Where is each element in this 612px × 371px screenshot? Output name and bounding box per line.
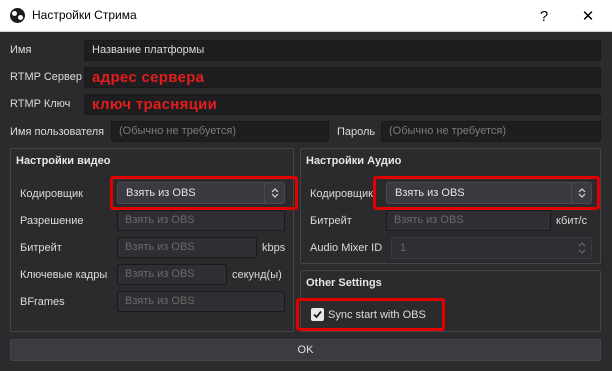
rtmp-key-field[interactable]: ключ трасняции	[84, 94, 601, 115]
help-button[interactable]: ?	[522, 0, 566, 32]
bframes-field[interactable]: Взять из OBS	[117, 291, 285, 312]
resolution-label: Разрешение	[20, 215, 84, 227]
rtmp-server-field[interactable]: адрес сервера	[84, 67, 601, 88]
audio-bitrate-label: Битрейт	[310, 215, 352, 227]
ok-button[interactable]: OK	[10, 339, 601, 361]
rtmp-key-label: RTMP Ключ	[10, 98, 71, 110]
video-encoder-label: Кодировщик	[20, 188, 83, 200]
title-bar: Настройки Стрима ? ✕	[0, 0, 612, 32]
name-field[interactable]: Название платформы	[84, 40, 601, 61]
window-title: Настройки Стрима	[32, 8, 137, 22]
other-settings-title: Other Settings	[306, 277, 382, 289]
audio-bitrate-unit: кбит/с	[556, 215, 588, 227]
audio-mixer-value: 1	[400, 242, 407, 254]
close-button[interactable]: ✕	[566, 0, 610, 32]
audio-bitrate-field[interactable]: Взять из OBS	[386, 210, 551, 231]
video-encoder-highlight	[110, 176, 298, 210]
audio-encoder-label: Кодировщик	[310, 188, 373, 200]
password-field[interactable]: (Обычно не требуется)	[381, 121, 601, 142]
sync-highlight	[296, 298, 445, 331]
rtmp-server-label: RTMP Сервер	[10, 71, 82, 83]
keyframes-unit: секунд(ы)	[232, 269, 282, 281]
audio-mixer-spinbox[interactable]: 1	[391, 237, 592, 259]
username-label: Имя пользователя	[10, 126, 105, 138]
video-bitrate-field[interactable]: Взять из OBS	[117, 237, 257, 258]
keyframes-label: Ключевые кадры	[20, 269, 108, 281]
audio-settings-title: Настройки Аудио	[306, 155, 402, 167]
name-label: Имя	[10, 44, 32, 56]
audio-mixer-label: Audio Mixer ID	[310, 242, 383, 254]
keyframes-field[interactable]: Взять из OBS	[117, 264, 227, 285]
spin-arrows-icon	[575, 240, 589, 256]
username-field[interactable]: (Обычно не требуется)	[111, 121, 329, 142]
resolution-field[interactable]: Взять из OBS	[117, 210, 285, 231]
video-bitrate-label: Битрейт	[20, 242, 62, 254]
password-label: Пароль	[337, 126, 376, 138]
bframes-label: BFrames	[20, 296, 65, 308]
audio-encoder-highlight	[373, 176, 600, 210]
obs-logo-icon	[10, 8, 25, 23]
video-bitrate-unit: kbps	[262, 242, 286, 254]
video-settings-title: Настройки видео	[16, 155, 111, 167]
